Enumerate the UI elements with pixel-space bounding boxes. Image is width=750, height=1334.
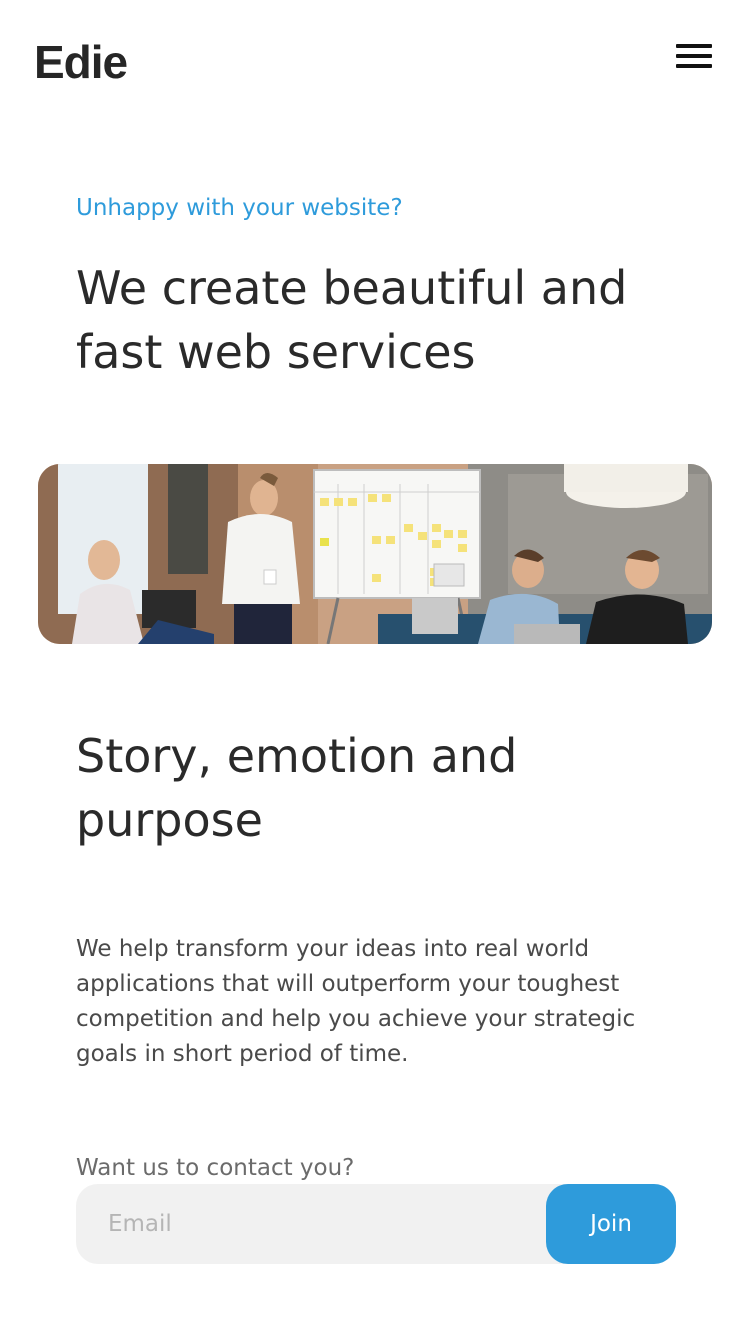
email-input[interactable] — [76, 1184, 546, 1264]
logo[interactable]: Edie — [34, 34, 128, 90]
header: Edie — [0, 0, 750, 120]
hero-image — [38, 464, 712, 644]
hero-headline: We create beautiful and fast web service… — [76, 261, 628, 379]
section-title: Story, emotion and purpose — [76, 729, 518, 847]
hero-eyebrow: Unhappy with your website? — [76, 195, 403, 221]
contact-label: Want us to contact you? — [76, 1155, 355, 1181]
section-body: We help transform your ideas into real w… — [76, 936, 636, 1067]
hamburger-menu-icon[interactable] — [674, 42, 714, 72]
join-button[interactable]: Join — [546, 1184, 676, 1264]
signup-form: Join — [76, 1184, 676, 1264]
